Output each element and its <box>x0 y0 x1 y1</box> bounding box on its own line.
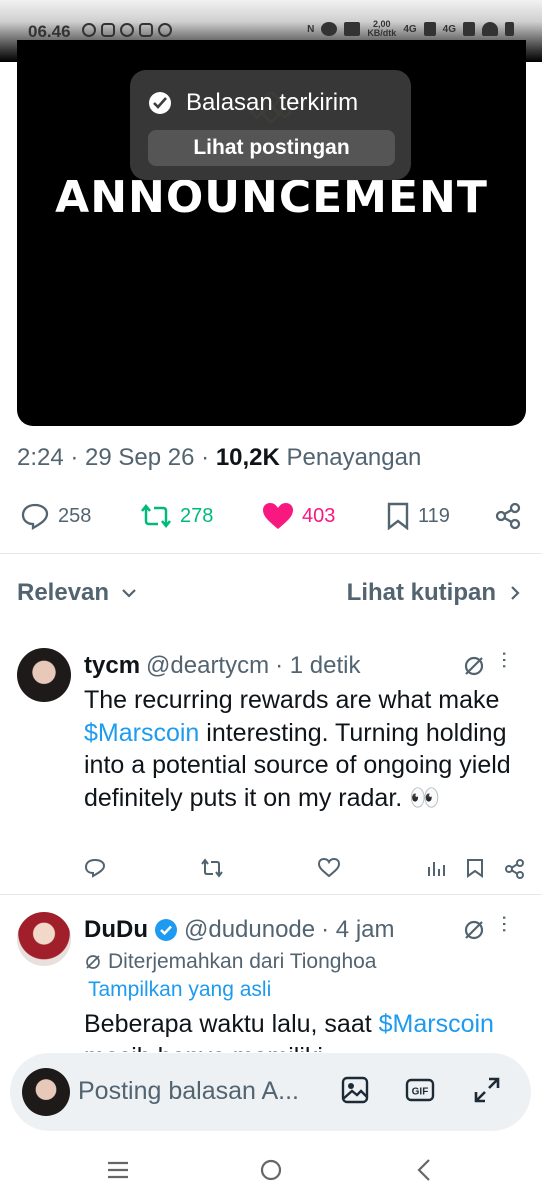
notification-icons <box>82 23 172 37</box>
post-text: Beberapa waktu lalu, saat $Marscoin masi… <box>84 1008 534 1052</box>
like-button[interactable]: 403 <box>262 498 335 534</box>
grok-icon[interactable] <box>462 918 486 942</box>
wifi-icon <box>482 22 498 36</box>
bookmark-button[interactable]: 119 <box>386 498 450 534</box>
bookmark-icon[interactable] <box>466 858 484 883</box>
grok-icon <box>86 955 100 969</box>
reply-composer[interactable]: Posting balasan A... GIF <box>10 1053 531 1131</box>
share-icon[interactable] <box>504 858 526 885</box>
heart-filled-icon <box>263 503 293 529</box>
author-name[interactable]: DuDu <box>84 916 148 944</box>
view-quotes-label: Lihat kutipan <box>346 579 496 606</box>
whatsapp-icon <box>82 23 96 37</box>
network-type-2: 4G <box>442 23 456 35</box>
divider <box>0 894 542 895</box>
svg-text:GIF: GIF <box>412 1087 429 1098</box>
post-age: · 1 detik <box>275 652 361 679</box>
post-header: DuDu @dudunode · 4 jam <box>84 916 395 944</box>
avatar <box>22 1068 70 1116</box>
post-time: 2:24 <box>17 444 64 471</box>
author-name[interactable]: tycm <box>84 652 140 680</box>
post-age: · 4 jam <box>321 916 395 943</box>
share-button[interactable] <box>494 498 522 534</box>
system-icons: N 2,00 KB/dtk 4G 4G <box>307 20 514 38</box>
repost-count[interactable]: 278 <box>180 505 213 528</box>
gif-icon[interactable]: GIF <box>405 1075 435 1105</box>
chevron-down-icon <box>122 589 136 598</box>
cashtag-link[interactable]: $Marscoin <box>379 1010 494 1038</box>
repost-button[interactable]: 278 <box>140 498 213 534</box>
chat-icon <box>120 23 134 37</box>
bookmark-icon <box>387 502 409 530</box>
telegram-icon <box>158 23 172 37</box>
post-header: tycm @deartycm · 1 detik <box>84 652 360 680</box>
bookmark-count: 119 <box>418 504 450 527</box>
instagram-icon <box>101 23 115 37</box>
mute-icon <box>344 22 361 36</box>
divider <box>0 553 542 554</box>
home-icon[interactable] <box>259 1158 283 1182</box>
signal-icon <box>423 22 436 36</box>
author-handle[interactable]: @deartycm <box>146 652 269 680</box>
post-text-part: masih hanya memiliki <box>84 1043 323 1053</box>
network-speed: 2,00 KB/dtk <box>367 19 397 38</box>
post-meta: 2:24 · 29 Sep 26 · 10,2K Penayangan <box>17 444 422 471</box>
discord-icon <box>139 23 153 37</box>
analytics-icon[interactable] <box>426 858 446 883</box>
post-text-part: The recurring rewards are what make <box>84 686 500 714</box>
repost-icon <box>141 503 171 529</box>
reply-sent-toast: Balasan terkirim Lihat postingan <box>130 70 411 180</box>
reply-count: 258 <box>58 504 92 527</box>
show-original-link[interactable]: Tampilkan yang asli <box>88 978 271 1002</box>
sort-label: Relevan <box>17 579 110 606</box>
expand-icon[interactable] <box>472 1075 502 1105</box>
repost-icon[interactable] <box>200 858 224 883</box>
more-options-icon[interactable]: ··· <box>492 650 518 669</box>
nfc-icon: N <box>307 23 315 35</box>
post-text: The recurring rewards are what make $Mar… <box>84 684 534 814</box>
reply-icon[interactable] <box>84 858 106 883</box>
grok-icon[interactable] <box>462 654 486 678</box>
post-date: 29 Sep 26 <box>85 444 195 471</box>
sort-relevance-dropdown[interactable]: Relevan <box>17 579 137 607</box>
recent-apps-icon[interactable] <box>106 1160 130 1180</box>
alarm-icon <box>321 22 338 36</box>
status-time: 06.46 <box>28 22 71 41</box>
post-text-part: Beberapa waktu lalu, saat <box>84 1010 379 1038</box>
system-nav-bar <box>0 1142 542 1200</box>
network-type-1: 4G <box>403 23 417 35</box>
chevron-right-icon <box>511 586 520 600</box>
translation-note: Diterjemahkan dari Tionghoa <box>84 950 377 974</box>
share-icon <box>495 502 521 530</box>
reply-button[interactable]: 258 <box>20 498 91 534</box>
avatar[interactable] <box>17 912 71 966</box>
view-quotes-link[interactable]: Lihat kutipan <box>347 579 520 607</box>
reply-icon <box>21 503 49 530</box>
cashtag-link[interactable]: $Marscoin <box>84 719 199 747</box>
heart-icon[interactable] <box>317 857 341 883</box>
author-handle[interactable]: @dudunode <box>184 916 315 944</box>
views-label: Penayangan <box>286 444 422 471</box>
avatar[interactable] <box>17 648 71 702</box>
more-options-icon[interactable]: ··· <box>492 914 518 933</box>
signal-icon-2 <box>463 22 475 36</box>
view-post-button[interactable]: Lihat postingan <box>148 130 395 166</box>
post-actions <box>84 857 529 885</box>
translated-label: Diterjemahkan dari Tionghoa <box>108 950 377 973</box>
view-count: 10,2K <box>215 444 280 471</box>
check-icon <box>149 92 171 114</box>
verified-badge-icon <box>154 919 177 941</box>
battery-icon <box>505 22 514 36</box>
back-icon[interactable] <box>416 1158 432 1182</box>
like-count: 403 <box>302 504 336 527</box>
reply-input[interactable]: Posting balasan A... <box>78 1077 299 1106</box>
toast-message: Balasan terkirim <box>186 89 359 116</box>
post-action-bar: 258 278 403 119 <box>0 498 542 538</box>
image-icon[interactable] <box>340 1075 370 1105</box>
